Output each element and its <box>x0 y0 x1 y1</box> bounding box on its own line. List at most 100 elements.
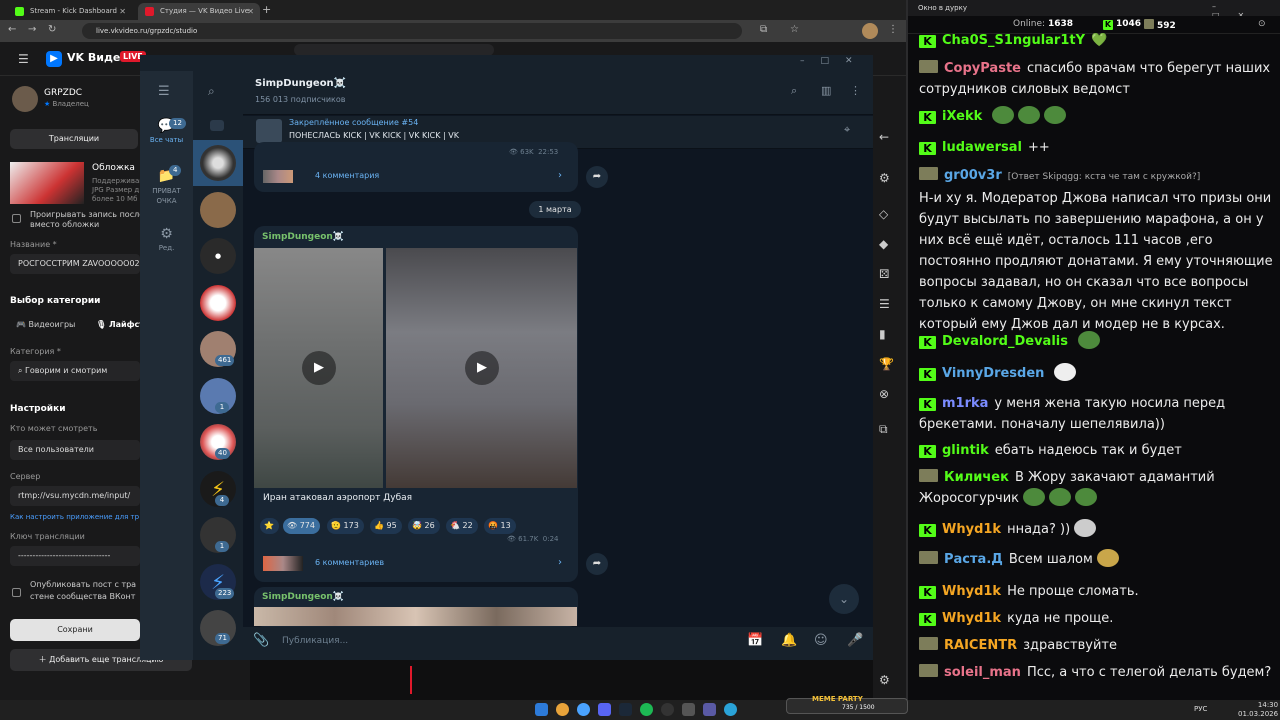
reaction-thumbs-up[interactable]: 👍 95 <box>370 518 402 534</box>
chat-username[interactable]: m1rka <box>942 396 988 411</box>
broadcasts-tab[interactable]: Трансляции <box>10 129 138 149</box>
comments-link[interactable]: 6 комментариев <box>315 558 384 567</box>
list-icon[interactable]: ☰ <box>879 297 890 311</box>
cat-life-tab[interactable]: 🎙 Лайфст <box>96 320 144 329</box>
chat-username[interactable]: ludawersal <box>942 140 1022 155</box>
obs-icon[interactable] <box>661 703 674 716</box>
reaction-cursing[interactable]: 🤬 13 <box>484 518 516 534</box>
media-icon[interactable] <box>682 703 695 716</box>
chat-username[interactable]: Киличек <box>944 470 1009 485</box>
cover-thumbnail[interactable] <box>10 162 84 204</box>
microphone-icon[interactable]: 🎤 <box>847 633 863 648</box>
more-icon[interactable]: ⋮ <box>850 84 861 97</box>
chat-avatar[interactable] <box>200 192 236 228</box>
chat-username[interactable]: soleil_man <box>944 665 1021 680</box>
compose-input[interactable]: Публикация... <box>282 636 348 646</box>
chat-username[interactable]: Devalord_Devalis <box>942 334 1068 349</box>
server-input[interactable]: rtmp://vsu.mycdn.me/input/ <box>10 486 140 506</box>
discord-icon[interactable] <box>598 703 611 716</box>
trophy-icon[interactable]: 🏆 <box>879 357 894 371</box>
gear-icon[interactable]: ⚙ <box>879 171 890 185</box>
reaction-salute[interactable]: 🫡 173 <box>327 518 364 534</box>
spotify-icon[interactable] <box>640 703 653 716</box>
share-icon[interactable]: ➦ <box>586 166 608 188</box>
archive-icon[interactable] <box>210 120 224 131</box>
reaction-star[interactable]: ⭐ <box>260 518 279 534</box>
sidebar-toggle-icon[interactable]: ▥ <box>821 84 831 97</box>
address-bar[interactable]: live.vkvideo.ru/grpzdc/studio <box>82 23 742 39</box>
chat-username[interactable]: gr00v3r <box>944 168 1002 183</box>
chat-avatar[interactable] <box>200 145 236 181</box>
replay-checkbox[interactable] <box>12 214 21 223</box>
diamond-icon[interactable]: ◇ <box>879 207 888 221</box>
who-can-watch-select[interactable]: Все пользователи <box>10 440 140 460</box>
chat-avatar[interactable]: ● <box>200 238 236 274</box>
system-clock[interactable]: 14:30 01.03.2026 <box>1238 701 1278 719</box>
telegram-window-controls[interactable]: –□✕ <box>800 56 869 66</box>
settings-icon[interactable]: ⊙ <box>1258 19 1266 29</box>
chat-username[interactable]: Cha0S_S1ngular1tY <box>942 33 1085 48</box>
chat-username[interactable]: Whyd1k <box>942 584 1001 599</box>
reaction-eye[interactable]: 👁 774 <box>283 518 320 534</box>
gem-icon[interactable]: ◆ <box>879 237 888 251</box>
browser-icon[interactable] <box>577 703 590 716</box>
back-icon[interactable]: ← <box>8 24 16 35</box>
folder-private[interactable]: 📁 ПРИВАТ ОЧКА <box>140 168 193 206</box>
menu-kebab-icon[interactable]: ⋮ <box>888 24 898 35</box>
clip-icon[interactable]: ⧉ <box>879 422 888 437</box>
profile-avatar[interactable] <box>862 23 878 39</box>
emoji-icon[interactable]: ☺ <box>814 633 828 648</box>
hamburger-icon[interactable]: ☰ <box>158 84 170 99</box>
dice-icon[interactable]: ⚄ <box>879 267 889 281</box>
channel-name[interactable]: SimpDungeon☠️ <box>255 78 346 89</box>
share-icon[interactable]: ➦ <box>586 553 608 575</box>
chevron-right-icon[interactable]: › <box>558 557 562 568</box>
unpin-icon[interactable]: ⌖ <box>844 123 850 137</box>
app-icon[interactable] <box>703 703 716 716</box>
forward-icon[interactable]: → <box>28 24 36 35</box>
publish-checkbox[interactable] <box>12 588 21 597</box>
attach-icon[interactable]: 📎 <box>253 633 269 648</box>
new-tab-button[interactable]: + <box>262 3 271 16</box>
chat-username[interactable]: Whyd1k <box>942 522 1001 537</box>
telegram-icon[interactable] <box>724 703 737 716</box>
close-icon[interactable]: ✕ <box>119 3 126 20</box>
language-indicator[interactable]: РУС <box>1194 705 1207 713</box>
steam-icon[interactable] <box>619 703 632 716</box>
search-icon[interactable]: ⌕ <box>208 84 215 99</box>
setup-link[interactable]: Как настроить приложение для тр <box>10 513 139 521</box>
start-icon[interactable] <box>535 703 548 716</box>
post-author[interactable]: SimpDungeon☠️ <box>262 232 344 242</box>
close-icon[interactable]: ✕ <box>247 3 254 20</box>
chat-username[interactable]: Раста.Д <box>944 552 1003 567</box>
bookmark-icon[interactable]: ☆ <box>790 24 799 35</box>
browser-tab-vk-studio[interactable]: Студия — VK Видео Live ✕ <box>138 3 260 20</box>
chat-avatar[interactable] <box>200 285 236 321</box>
chat-username[interactable]: Whyd1k <box>942 611 1001 626</box>
post-author[interactable]: SimpDungeon☠️ <box>262 592 344 602</box>
reload-icon[interactable]: ↻ <box>48 24 56 35</box>
chrome-icon[interactable] <box>556 703 569 716</box>
chat-username[interactable]: CopyPaste <box>944 61 1021 76</box>
save-button[interactable]: Сохрани <box>10 619 140 641</box>
chevron-right-icon[interactable]: › <box>558 170 562 181</box>
extensions-icon[interactable]: ⧉ <box>760 24 767 35</box>
chat-username[interactable]: VinnyDresden <box>942 366 1044 381</box>
play-icon[interactable]: ▶ <box>465 351 499 385</box>
cat-games-tab[interactable]: 🎮 Видеоигры <box>16 320 75 329</box>
reaction-chicken[interactable]: 🐔 22 <box>446 518 478 534</box>
stream-key-input[interactable]: -------------------------------- <box>10 546 140 566</box>
category-input[interactable]: ⌕ Говорим и смотрим <box>10 361 140 381</box>
folder-edit[interactable]: ⚙ Ред. <box>140 226 193 252</box>
close-circle-icon[interactable]: ⊗ <box>879 387 889 401</box>
settings-icon[interactable]: ⚙ <box>879 673 890 687</box>
chat-username[interactable]: glintik <box>942 443 989 458</box>
chat-username[interactable]: RAICENTR <box>944 638 1017 653</box>
chat-username[interactable]: iXekk <box>942 109 982 124</box>
schedule-icon[interactable]: 📅 <box>747 633 763 648</box>
search-icon[interactable]: ⌕ <box>791 84 797 98</box>
browser-tab-kick[interactable]: Stream - Kick Dashboard ✕ <box>8 3 132 20</box>
reaction-exploding-head[interactable]: 🤯 26 <box>408 518 440 534</box>
comments-link[interactable]: 4 комментария <box>315 171 379 180</box>
arrow-left-icon[interactable]: ← <box>879 130 889 144</box>
